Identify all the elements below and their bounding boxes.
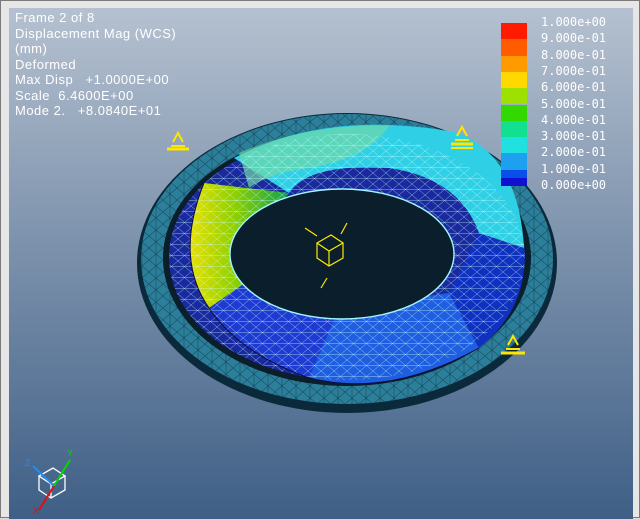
legend-color-swatch [501,23,527,40]
legend-color-swatch [501,55,527,72]
legend-color-swatch [501,120,527,138]
legend-value-label: 2.000e-01 [541,145,607,160]
legend-color-swatch [501,153,527,170]
legend-value-label: 7.000e-01 [541,63,607,78]
constraint-marker [167,130,189,151]
triad-z-label: Z [25,458,31,468]
fringe-legend: 1.000e+00 9.000e-01 8.000e-01 7.000e-01 6.00… [499,15,633,192]
model-viewport[interactable]: Frame 2 of 8 Displacement Mag (WCS) (mm)… [9,8,633,519]
triad-y-axis [53,459,71,487]
legend-value-label: 8.000e-01 [541,47,607,62]
legend-value-label: 4.000e-01 [541,112,607,127]
legend-color-swatch [501,88,527,105]
legend-value-label: 3.000e-01 [541,129,607,144]
legend-value-label: 1.000e-01 [541,161,607,176]
legend-value-label: 0.000e+00 [541,178,607,192]
legend-value-label: 1.000e+00 [541,15,607,29]
legend-color-swatch [501,39,527,56]
legend-value-label: 6.000e-01 [541,80,607,95]
viewer-window: Frame 2 of 8 Displacement Mag (WCS) (mm)… [0,0,640,519]
legend-color-swatch [501,71,527,89]
legend-value-label: 5.000e-01 [541,96,607,111]
legend-color-swatch [501,178,527,186]
legend-color-swatch [501,137,527,154]
triad-y-label: Y [67,448,73,458]
legend-color-swatch [501,104,527,121]
triad-x-label: X [33,506,39,516]
legend-value-label: 9.000e-01 [541,31,607,46]
view-orientation-triad[interactable]: Y X Z [25,448,73,516]
